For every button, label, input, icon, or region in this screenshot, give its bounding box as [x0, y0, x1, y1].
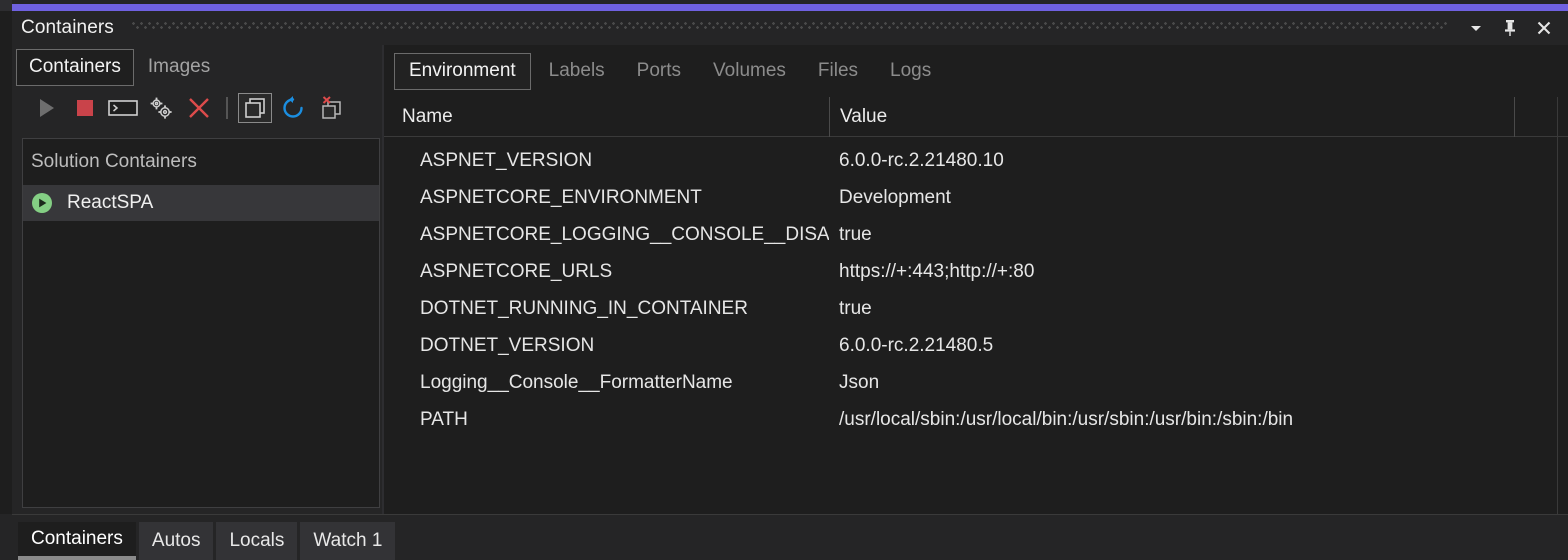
close-window-button[interactable]	[1530, 15, 1558, 41]
env-var-value: 6.0.0-rc.2.21480.5	[839, 334, 994, 356]
env-var-value: true	[839, 297, 872, 319]
env-var-name: ASPNETCORE_ENVIRONMENT	[420, 186, 702, 208]
refresh-button[interactable]	[274, 92, 312, 124]
titlebar-buttons	[1462, 15, 1568, 41]
remove-container-button[interactable]	[180, 92, 218, 124]
env-var-name: PATH	[420, 408, 468, 430]
tool-window-title: Containers	[21, 17, 114, 38]
bottom-tab-watch-1[interactable]: Watch 1	[300, 522, 396, 560]
tab-images[interactable]: Images	[136, 50, 222, 85]
table-row[interactable]: DOTNET_RUNNING_IN_CONTAINER true	[384, 290, 1568, 327]
grid-body: ASPNET_VERSION 6.0.0-rc.2.21480.10 ASPNETC…	[384, 137, 1568, 438]
tab-ports-label: Ports	[636, 59, 682, 81]
column-header-value[interactable]: Value	[829, 96, 1514, 137]
tab-files[interactable]: Files	[804, 54, 872, 89]
env-var-value: https://+:443;http://+:80	[839, 260, 1035, 282]
bottom-tab-locals[interactable]: Locals	[216, 522, 298, 560]
tab-containers-label: Containers	[29, 56, 121, 77]
pin-window-button[interactable]	[1496, 15, 1524, 41]
tab-labels-label: Labels	[548, 59, 605, 81]
left-pane-tabs: Containers Images	[12, 45, 380, 90]
containers-tree[interactable]: Solution Containers ReactSPA	[22, 138, 380, 508]
container-details-pane: Environment Labels Ports Volumes Files L…	[384, 45, 1568, 515]
env-var-name: DOTNET_RUNNING_IN_CONTAINER	[420, 297, 748, 319]
tab-containers[interactable]: Containers	[16, 49, 134, 86]
bottom-tabs: Containers Autos Locals Watch 1	[0, 514, 1568, 560]
column-header-name[interactable]: Name	[384, 97, 829, 137]
env-var-value: Json	[839, 371, 880, 393]
running-icon	[31, 192, 53, 214]
env-var-value: 6.0.0-rc.2.21480.10	[839, 149, 1004, 171]
env-var-name: ASPNET_VERSION	[420, 149, 593, 171]
env-var-name: Logging__Console__FormatterName	[420, 371, 733, 393]
tree-group-header: Solution Containers	[23, 139, 379, 185]
tab-volumes[interactable]: Volumes	[699, 54, 800, 89]
window-left-edge	[0, 0, 12, 560]
tab-environment-label: Environment	[409, 59, 516, 81]
grid-right-rule	[1557, 97, 1558, 515]
env-var-value: Development	[839, 186, 951, 208]
tab-strip-top-rule	[12, 514, 1568, 515]
environment-variables-grid: Name Value ASPNET_VERSION 6.0.0-rc.2.2148…	[384, 96, 1568, 515]
tree-group-label: Solution Containers	[31, 151, 197, 172]
containers-left-pane: Containers Images Solution Containers Re…	[12, 45, 380, 515]
bottom-tab-label: Containers	[31, 528, 123, 549]
tab-volumes-label: Volumes	[713, 59, 786, 81]
bottom-tab-label: Watch 1	[313, 530, 383, 551]
tab-labels[interactable]: Labels	[535, 54, 619, 89]
bottom-tab-label: Autos	[151, 530, 201, 551]
containers-toolbar	[12, 90, 380, 126]
tree-item-label: ReactSPA	[67, 192, 154, 213]
env-var-name: ASPNETCORE_URLS	[420, 260, 613, 282]
table-row[interactable]: ASPNETCORE_URLS https://+:443;http://+:80	[384, 253, 1568, 290]
tab-files-label: Files	[817, 59, 859, 81]
table-row[interactable]: ASPNETCORE_LOGGING__CONSOLE__DISA... true	[384, 216, 1568, 253]
bottom-tab-autos[interactable]: Autos	[138, 522, 214, 560]
env-var-value: true	[839, 223, 872, 245]
tab-environment[interactable]: Environment	[394, 52, 531, 90]
attach-debugger-button[interactable]	[142, 92, 180, 124]
tree-item-reactspa[interactable]: ReactSPA	[23, 185, 379, 221]
window-options-dropdown[interactable]	[1462, 15, 1490, 41]
env-var-value: /usr/local/sbin:/usr/local/bin:/usr/sbin…	[839, 408, 1294, 430]
details-tab-bar: Environment Labels Ports Volumes Files L…	[384, 45, 1568, 97]
prune-containers-button[interactable]	[312, 92, 350, 124]
tool-window-body: Containers Images Solution Containers Re…	[12, 45, 1568, 515]
tool-window-titlebar: Containers	[12, 11, 1568, 45]
table-row[interactable]: PATH/usr/local/sbin:/usr/local/bin:/usr/…	[384, 401, 1568, 438]
tab-logs[interactable]: Logs	[876, 54, 945, 89]
active-window-accent-bar	[12, 4, 1568, 11]
table-row[interactable]: DOTNET_VERSION 6.0.0-rc.2.21480.5	[384, 327, 1568, 364]
open-terminal-button[interactable]	[104, 92, 142, 124]
table-row[interactable]: ASPNETCORE_ENVIRONMENT Development	[384, 179, 1568, 216]
stop-container-button[interactable]	[66, 92, 104, 124]
containers-tool-window: Containers Containers Images Solution Co…	[0, 0, 1568, 560]
start-container-button[interactable]	[28, 92, 66, 124]
env-var-name: DOTNET_VERSION	[420, 334, 595, 356]
grid-header-row: Name Value	[384, 96, 1568, 137]
column-header-filler	[1514, 96, 1568, 137]
window-left-edge-top	[0, 0, 12, 11]
titlebar-drag-grip[interactable]	[131, 22, 1448, 34]
table-row[interactable]: ASPNET_VERSION 6.0.0-rc.2.21480.10	[384, 142, 1568, 179]
bottom-tab-containers[interactable]: Containers	[18, 522, 136, 560]
tab-ports[interactable]: Ports	[623, 54, 695, 89]
tab-images-label: Images	[147, 56, 211, 77]
view-containers-button[interactable]	[238, 93, 272, 123]
bottom-tab-label: Locals	[229, 530, 285, 551]
tab-logs-label: Logs	[890, 59, 932, 81]
table-row[interactable]: Logging__Console__FormatterName Json	[384, 364, 1568, 401]
env-var-name: ASPNETCORE_LOGGING__CONSOLE__DISA...	[420, 223, 829, 245]
tool-window-tab-strip: Containers Autos Locals Watch 1	[0, 514, 1568, 560]
toolbar-separator	[226, 97, 228, 119]
